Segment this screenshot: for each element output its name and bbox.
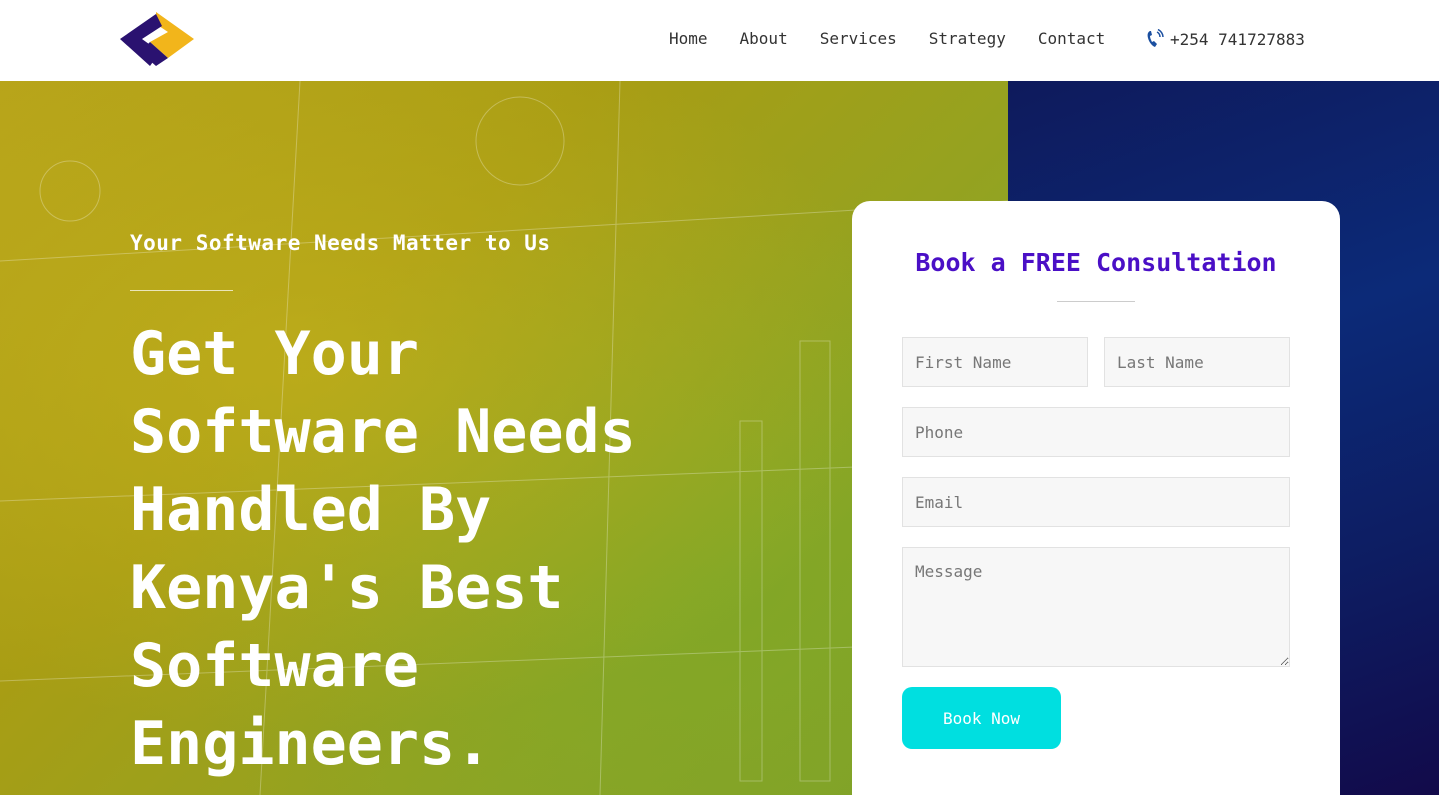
message-textarea[interactable] (902, 547, 1290, 667)
phone-link[interactable]: +254 741727883 (1146, 29, 1305, 49)
phone-number: +254 741727883 (1170, 29, 1305, 49)
nav-about[interactable]: About (740, 28, 788, 50)
nav-home[interactable]: Home (669, 28, 708, 50)
hero-section: Your Software Needs Matter to Us Get You… (0, 81, 1439, 795)
phone-icon (1147, 29, 1164, 47)
hero-headline: Get Your Software Needs Handled By Kenya… (130, 319, 636, 779)
consultation-form: Book a FREE Consultation Book Now (852, 201, 1340, 795)
book-now-button[interactable]: Book Now (902, 687, 1061, 749)
nav-contact[interactable]: Contact (1038, 28, 1105, 50)
form-title: Book a FREE Consultation (915, 248, 1277, 277)
hero-tagline: Your Software Needs Matter to Us (130, 231, 551, 255)
main-nav: Home About Services Strategy Contact (669, 28, 1137, 50)
nav-services[interactable]: Services (820, 28, 897, 50)
site-header: Home About Services Strategy Contact +25… (0, 0, 1439, 81)
first-name-input[interactable] (902, 337, 1088, 387)
form-title-divider (1057, 301, 1135, 302)
diamond-logo-icon[interactable] (120, 12, 194, 66)
email-input[interactable] (902, 477, 1290, 527)
tagline-divider (130, 290, 233, 291)
nav-strategy[interactable]: Strategy (929, 28, 1006, 50)
last-name-input[interactable] (1104, 337, 1290, 387)
phone-input[interactable] (902, 407, 1290, 457)
